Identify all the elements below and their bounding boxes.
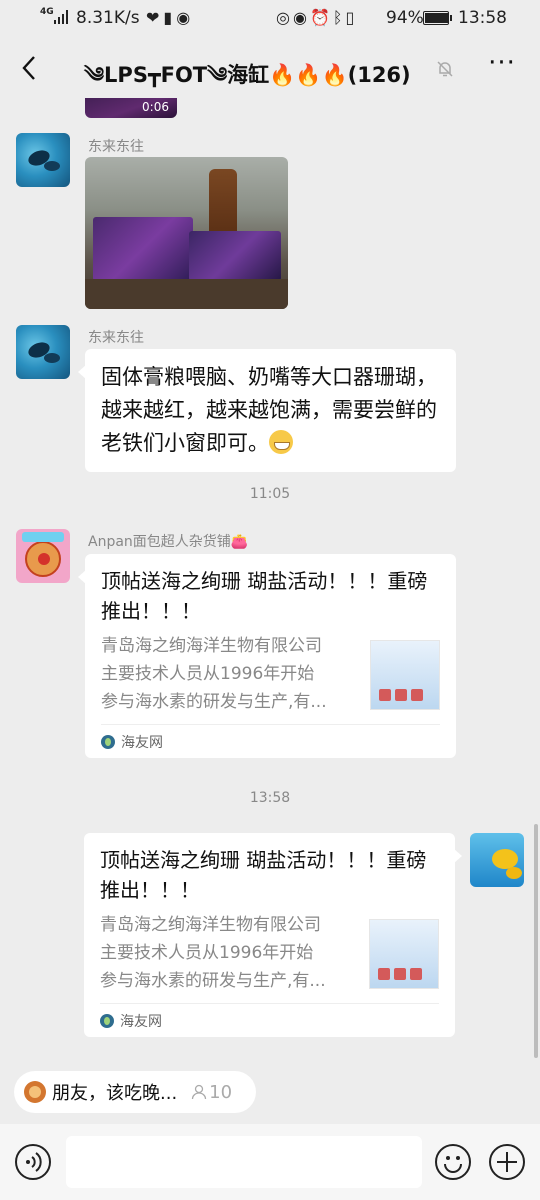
link-description: 青岛海之绚海洋生物有限公司 主要技术人员从1996年开始 参与海水素的研发与生产… [100, 911, 358, 995]
link-desc-line: 青岛海之绚海洋生物有限公司 [100, 915, 321, 935]
source-logo-icon [101, 734, 115, 749]
clock: 13:58 [458, 8, 507, 28]
person-icon [192, 1084, 207, 1100]
sender-name: 东来东往 [88, 330, 144, 346]
link-desc-line: 参与海水素的研发与生产,有... [100, 971, 326, 991]
link-desc-line: 主要技术人员从1996年开始 [100, 943, 314, 963]
input-bar [0, 1124, 540, 1200]
emoji-button[interactable] [435, 1144, 471, 1180]
alarm-icon: ⏰ [309, 8, 333, 27]
emoji-icon [444, 1156, 462, 1173]
network-type: 4G [40, 7, 54, 17]
notice-text: 朋友，该吃晚... [52, 1083, 178, 1104]
voice-icon [26, 1152, 42, 1172]
link-thumbnail [369, 919, 439, 989]
link-card[interactable]: 顶帖送海之绚珊 瑚盐活动！！！重磅推出！！！ 青岛海之绚海洋生物有限公司 主要技… [84, 833, 462, 1037]
sim-icon: ▮ [163, 8, 177, 27]
security-icon: ◉ [176, 8, 195, 27]
avatar[interactable] [16, 325, 70, 379]
notification-icons: ❤▮◉ [146, 8, 194, 27]
group-notice-pill[interactable]: 朋友，该吃晚... 10 [14, 1071, 256, 1113]
sender-name: Anpan面包超人杂货铺👛 [88, 534, 249, 550]
scrollbar[interactable] [534, 824, 538, 1058]
link-title: 顶帖送海之绚珊 瑚盐活动！！！重磅推出！！！ [101, 569, 428, 623]
voice-button[interactable] [15, 1144, 51, 1180]
battery-fill [425, 13, 448, 23]
heart-icon: ❤ [146, 8, 164, 27]
avatar[interactable] [470, 833, 524, 887]
text-message[interactable]: 固体膏粮喂脑、奶嘴等大口器珊瑚，越来越红，越来越饱满，需要尝鲜的老铁们小窗即可。 [78, 349, 456, 472]
notice-avatar [24, 1081, 46, 1103]
more-dots-icon: ··· [488, 48, 516, 78]
link-source: 海友网 [100, 1003, 439, 1037]
battery-icon [423, 11, 452, 25]
grin-emoji-icon [269, 430, 293, 454]
mute-bell-icon [437, 61, 453, 77]
back-button[interactable] [14, 50, 44, 86]
source-name: 海友网 [120, 1013, 162, 1030]
more-button[interactable]: ··· [486, 50, 518, 80]
more-functions-button[interactable] [489, 1144, 525, 1180]
link-card[interactable]: 顶帖送海之绚珊 瑚盐活动！！！重磅推出！！！ 青岛海之绚海洋生物有限公司 主要技… [78, 554, 456, 758]
avatar[interactable] [16, 529, 70, 583]
eye-icon: ◉ [292, 8, 310, 27]
link-description: 青岛海之绚海洋生物有限公司 主要技术人员从1996年开始 参与海水素的研发与生产… [101, 632, 359, 716]
sender-name: 东来东往 [88, 139, 144, 155]
bluetooth-icon: ᛒ [332, 8, 346, 27]
video-duration: 0:06 [142, 100, 169, 114]
time-separator: 13:58 [249, 790, 291, 806]
link-thumbnail [370, 640, 440, 710]
vibrate-icon: ▯ [345, 8, 358, 27]
nfc-icon: ◎ [276, 8, 293, 27]
network-speed: 8.31K/s [76, 8, 140, 28]
signal-icon [54, 10, 68, 24]
notice-count: 10 [209, 1081, 233, 1103]
plus-icon [497, 1152, 517, 1172]
link-desc-line: 青岛海之绚海洋生物有限公司 [101, 636, 322, 656]
avatar[interactable] [16, 133, 70, 187]
video-message[interactable]: 0:06 [85, 98, 177, 118]
battery-percent: 94% [386, 8, 424, 28]
message-input[interactable] [66, 1136, 422, 1188]
link-title: 顶帖送海之绚珊 瑚盐活动！！！重磅推出！！！ [100, 848, 427, 902]
chat-area[interactable]: 0:06 东来东往 东来东往 固体膏粮喂脑、奶嘴等大口器珊瑚，越来越红，越来越饱… [0, 98, 540, 1060]
source-name: 海友网 [121, 734, 163, 751]
chat-header: ༄LPS┳FOT༄海缸🔥🔥🔥(126) ··· [0, 38, 540, 98]
link-desc-line: 主要技术人员从1996年开始 [101, 664, 315, 684]
system-icons: ◎◉⏰ᛒ▯ [276, 8, 357, 27]
time-separator: 11:05 [249, 486, 291, 502]
status-bar: 4G 8.31K/s ❤▮◉ ◎◉⏰ᛒ▯ 94% 13:58 [0, 0, 540, 38]
source-logo-icon [100, 1013, 114, 1028]
photo-message[interactable] [85, 157, 288, 309]
link-source: 海友网 [101, 724, 440, 758]
link-desc-line: 参与海水素的研发与生产,有... [101, 692, 327, 712]
back-arrow-icon [22, 56, 35, 80]
